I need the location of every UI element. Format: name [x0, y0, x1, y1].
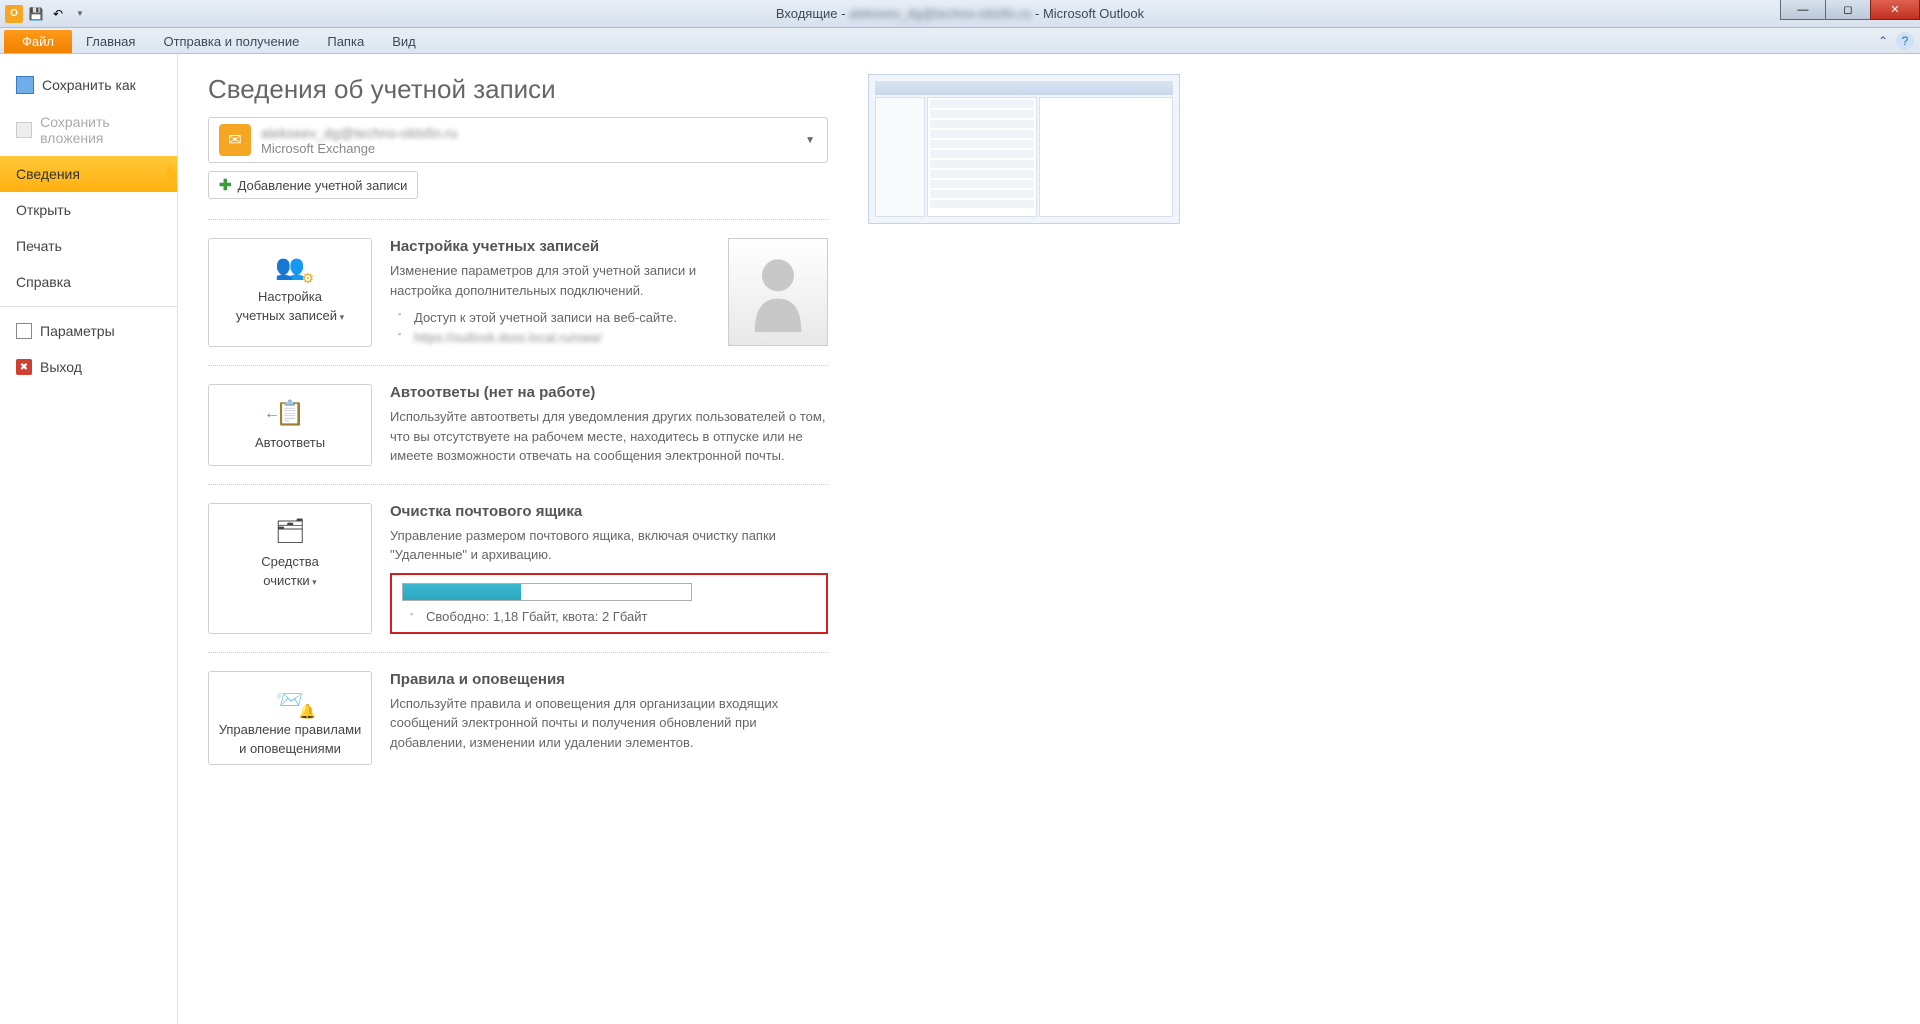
- nav-save-attachments: Сохранить вложения: [0, 104, 177, 156]
- ribbon-collapse-icon[interactable]: ⌃: [1874, 32, 1892, 50]
- quota-text: Свободно: 1,18 Гбайт, квота: 2 Гбайт: [402, 609, 816, 624]
- view-tab[interactable]: Вид: [378, 30, 430, 53]
- chevron-down-icon: ▼: [805, 135, 815, 146]
- cleanup-tools-button[interactable]: Средства очистки: [208, 503, 372, 634]
- maximize-button[interactable]: ◻: [1825, 0, 1871, 20]
- account-settings-button[interactable]: Настройка учетных записей: [208, 238, 372, 347]
- nav-open[interactable]: Открыть: [0, 192, 177, 228]
- account-type: Microsoft Exchange: [261, 141, 457, 156]
- nav-print[interactable]: Печать: [0, 228, 177, 264]
- account-email: alekseev_dg@techno-oblsfin.ru: [261, 125, 457, 141]
- ribbon: Файл Главная Отправка и получение Папка …: [0, 28, 1920, 54]
- web-access-url[interactable]: https://outlook.dsss.local.ru/owa/: [414, 330, 602, 345]
- add-account-button[interactable]: ✚ Добавление учетной записи: [208, 171, 418, 199]
- auto-replies-title: Автоответы (нет на работе): [390, 384, 828, 401]
- nav-save-as[interactable]: Сохранить как: [0, 66, 177, 104]
- cleanup-icon: [270, 514, 310, 550]
- folder-tab[interactable]: Папка: [313, 30, 378, 53]
- account-selector[interactable]: ✉ alekseev_dg@techno-oblsfin.ru Microsof…: [208, 117, 828, 163]
- home-tab[interactable]: Главная: [72, 30, 149, 53]
- cleanup-title: Очистка почтового ящика: [390, 503, 828, 520]
- cleanup-desc: Управление размером почтового ящика, вкл…: [390, 526, 828, 565]
- print-preview-thumb: [868, 74, 1180, 224]
- auto-replies-icon: [270, 395, 310, 431]
- nav-info[interactable]: Сведения: [0, 156, 177, 192]
- account-settings-desc: Изменение параметров для этой учетной за…: [390, 261, 700, 300]
- save-icon[interactable]: 💾: [26, 4, 46, 24]
- backstage-nav: Сохранить как Сохранить вложения Сведени…: [0, 54, 178, 1024]
- nav-options[interactable]: Параметры: [0, 313, 177, 349]
- auto-replies-desc: Используйте автоответы для уведомления д…: [390, 407, 828, 466]
- nav-help[interactable]: Справка: [0, 264, 177, 300]
- file-tab[interactable]: Файл: [4, 30, 72, 53]
- page-title: Сведения об учетной записи: [208, 74, 828, 105]
- plus-icon: ✚: [219, 176, 232, 194]
- quick-access-toolbar: O 💾 ↶ ▼: [0, 4, 90, 24]
- help-icon[interactable]: ?: [1896, 32, 1914, 50]
- nav-exit[interactable]: Выход: [0, 349, 177, 385]
- outlook-app-icon: O: [4, 4, 24, 24]
- close-button[interactable]: ✕: [1870, 0, 1920, 20]
- auto-replies-button[interactable]: Автоответы: [208, 384, 372, 466]
- window-title: Входящие - alekseev_dg@techno-oblsfin.ru…: [776, 6, 1144, 21]
- exchange-icon: ✉: [219, 124, 251, 156]
- minimize-button[interactable]: —: [1780, 0, 1826, 20]
- rules-title: Правила и оповещения: [390, 671, 828, 688]
- titlebar: O 💾 ↶ ▼ Входящие - alekseev_dg@techno-ob…: [0, 0, 1920, 28]
- avatar-placeholder: [728, 238, 828, 346]
- web-access-label: Доступ к этой учетной записи на веб-сайт…: [390, 308, 700, 328]
- undo-icon[interactable]: ↶: [48, 4, 68, 24]
- rules-alerts-button[interactable]: Управление правилами и оповещениями: [208, 671, 372, 765]
- quota-highlight: Свободно: 1,18 Гбайт, квота: 2 Гбайт: [390, 573, 828, 634]
- qat-dropdown-icon[interactable]: ▼: [70, 4, 90, 24]
- account-settings-icon: [270, 249, 310, 285]
- quota-progress-bar: [402, 583, 692, 601]
- rules-desc: Используйте правила и оповещения для орг…: [390, 694, 828, 753]
- account-settings-title: Настройка учетных записей: [390, 238, 700, 255]
- rules-icon: [270, 682, 310, 718]
- sendreceive-tab[interactable]: Отправка и получение: [149, 30, 313, 53]
